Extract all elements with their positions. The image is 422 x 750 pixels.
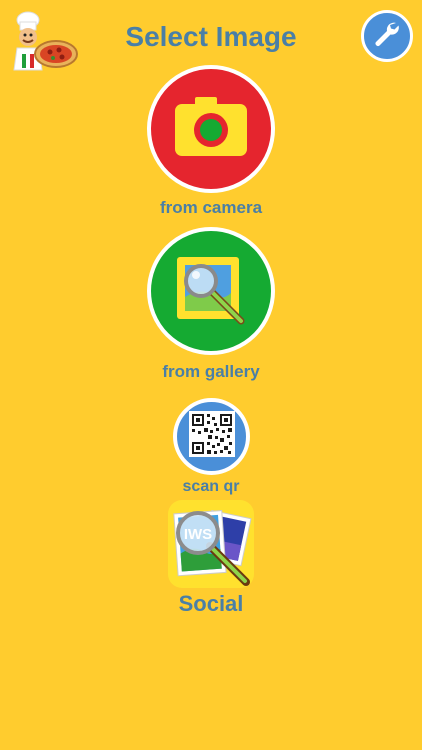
wrench-icon xyxy=(370,17,404,56)
camera-icon xyxy=(173,95,249,164)
page-title: Select Image xyxy=(125,21,297,52)
camera-label[interactable]: from camera xyxy=(0,198,422,218)
iws-badge-text: IWS xyxy=(184,526,212,543)
settings-button[interactable] xyxy=(361,10,413,62)
social-button[interactable]: IWS xyxy=(168,500,254,588)
camera-button[interactable] xyxy=(147,65,275,193)
scan-qr-label[interactable]: scan qr xyxy=(0,478,422,496)
scan-qr-button[interactable] xyxy=(173,398,250,475)
qr-code-icon xyxy=(188,411,235,462)
gallery-label[interactable]: from gallery xyxy=(0,362,422,382)
gallery-search-icon xyxy=(171,251,251,332)
gallery-button[interactable] xyxy=(147,227,275,355)
social-label[interactable]: Social xyxy=(0,591,422,617)
iws-social-icon: IWS xyxy=(168,500,254,592)
